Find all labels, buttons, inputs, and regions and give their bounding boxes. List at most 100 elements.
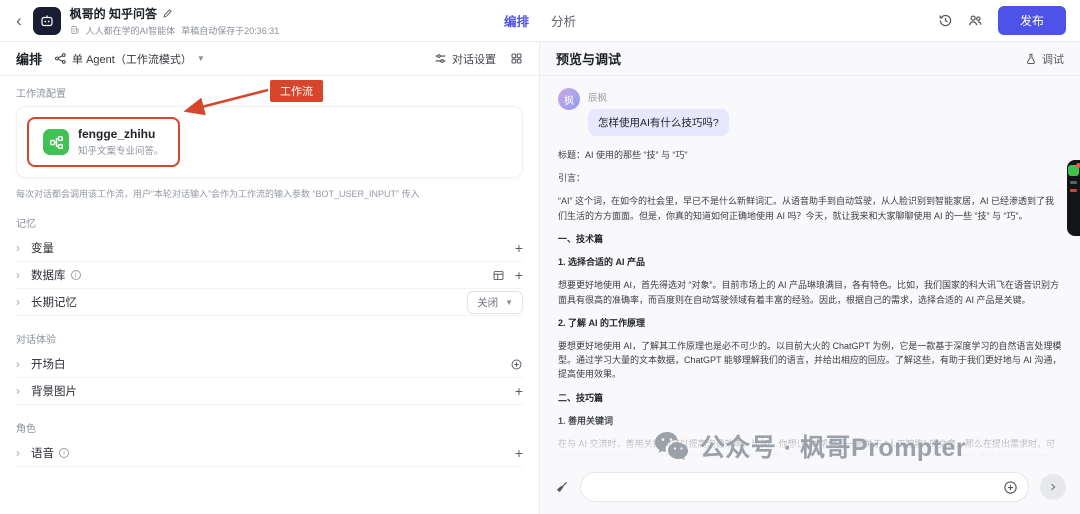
message-input[interactable] xyxy=(595,481,995,493)
publish-button[interactable]: 发布 xyxy=(998,6,1066,35)
chevron-right-icon: › xyxy=(16,269,26,281)
add-icon[interactable]: + xyxy=(515,384,523,398)
chat-settings-label: 对话设置 xyxy=(452,51,496,67)
config-row-数据库[interactable]: › 数据库 i + xyxy=(16,262,523,289)
chat-input[interactable] xyxy=(580,472,1029,502)
table-icon[interactable] xyxy=(492,269,505,282)
robot-icon xyxy=(39,13,55,29)
attach-plus-icon[interactable] xyxy=(1003,480,1018,495)
edge-floating-widget[interactable] xyxy=(1067,160,1080,236)
row-label: 开场白 xyxy=(31,356,66,372)
config-row-开场白[interactable]: › 开场白 xyxy=(16,351,523,378)
row-select[interactable]: 关闭 ▼ xyxy=(467,291,523,314)
ai-message-block: 二、技巧篇 xyxy=(558,391,1062,405)
org-name: 人人都在学的AI智能体 xyxy=(86,24,176,37)
info-icon: i xyxy=(59,448,69,458)
debug-flask-icon xyxy=(1025,53,1037,65)
config-section: 记忆›变量+›数据库i+›长期记忆关闭▼ xyxy=(16,218,523,316)
ai-message-block: 1. 选择合适的 AI 产品 xyxy=(558,255,1062,269)
config-row-变量[interactable]: ›变量+ xyxy=(16,235,523,262)
chevron-right-icon: › xyxy=(16,242,26,254)
config-section: 对话体验 › 开场白 › 背景图片 + xyxy=(16,334,523,405)
header-tabs: 编排 分析 xyxy=(504,11,576,30)
row-label: 数据库 xyxy=(31,267,66,283)
collaboration-icon[interactable] xyxy=(968,13,983,28)
select-value: 关闭 xyxy=(477,295,498,310)
agent-mode-icon xyxy=(54,52,67,65)
row-label: 语音 xyxy=(31,445,54,461)
autosave-status: 草稿自动保存于20:36:31 xyxy=(181,24,279,37)
chat-area: 枫 辰枫 怎样使用AI有什么技巧吗? 标题：AI 使用的那些 “技” 与 “巧”… xyxy=(540,76,1080,468)
chevron-right-icon: › xyxy=(16,296,26,308)
chat-settings-button[interactable]: 对话设置 xyxy=(434,51,496,67)
edge-widget-green-icon xyxy=(1068,165,1079,176)
ai-message-block: “AI” 这个词，在如今的社会里，早已不是什么新鲜词汇。从语音助手到自动驾驶，从… xyxy=(558,194,1062,222)
config-section: 角色 › 语音 i + xyxy=(16,423,523,467)
edit-icon[interactable] xyxy=(162,8,173,19)
chevron-down-icon: ▼ xyxy=(505,298,513,307)
ai-message-block: 一、技术篇 xyxy=(558,232,1062,246)
workflow-container: fengge_zhihu 知乎文案专业问答。 xyxy=(16,106,523,178)
ai-message-block: 在与 AI 交流时，善用关键词可以提高沟通效率。比如，你想让 AI 帮你写一篇关… xyxy=(558,437,1062,465)
ai-message-block: 引言： xyxy=(558,171,1062,185)
info-icon: i xyxy=(71,270,81,280)
org-icon xyxy=(70,25,80,35)
config-row-长期记忆[interactable]: › 长期记忆 关闭 ▼ xyxy=(16,289,523,316)
debug-button[interactable]: 调试 xyxy=(1025,51,1064,67)
add-icon[interactable]: + xyxy=(515,446,523,460)
edge-widget-bar-red xyxy=(1070,189,1077,192)
orchestration-panel: 编排 单 Agent（工作流模式） ▼ 对话设置 xyxy=(0,42,540,514)
user-avatar: 枫 xyxy=(558,88,580,110)
annotation-workflow-label: 工作流 xyxy=(270,80,323,102)
config-row-背景图片[interactable]: › 背景图片 + xyxy=(16,378,523,405)
generate-icon[interactable] xyxy=(510,358,523,371)
send-button[interactable] xyxy=(1040,474,1066,500)
app-window: ‹ 枫哥的 知乎问答 人人都在学的AI智能体 草稿自动保存于20:36:31 xyxy=(0,0,1080,514)
add-icon[interactable]: + xyxy=(515,268,523,282)
agent-mode-selector[interactable]: 单 Agent（工作流模式） ▼ xyxy=(54,51,205,67)
add-icon[interactable]: + xyxy=(515,241,523,255)
row-label: 背景图片 xyxy=(31,383,77,399)
grid-icon[interactable] xyxy=(510,52,523,65)
ai-message: 标题：AI 使用的那些 “技” 与 “巧” 引言： “AI” 这个词，在如今的社会里… xyxy=(558,148,1062,468)
preview-panel: 预览与调试 调试 枫 辰枫 怎样使用AI有什么技巧吗? 标题：AI 使用的那些 xyxy=(540,42,1080,514)
orchestration-body: 工作流配置 fengge_zhihu 知乎文案专业问答。 工作流 xyxy=(0,76,539,514)
chat-input-bar xyxy=(540,468,1080,514)
ai-message-block: 要想更好地使用 AI，了解其工作原理也是必不可少的。以目前大火的 ChatGPT… xyxy=(558,339,1062,382)
notification-dot xyxy=(1076,163,1080,168)
workflow-card[interactable]: fengge_zhihu 知乎文案专业问答。 xyxy=(27,117,180,167)
section-title: 记忆 xyxy=(16,218,523,232)
history-icon[interactable] xyxy=(938,13,953,28)
section-title: 角色 xyxy=(16,423,523,437)
user-message: 枫 辰枫 怎样使用AI有什么技巧吗? xyxy=(558,88,1062,136)
clear-chat-icon[interactable] xyxy=(554,480,569,495)
ai-message-block: 想要更好地使用 AI，首先得选对 “对象”。目前市场上的 AI 产品琳琅满目，各… xyxy=(558,278,1062,306)
bot-title: 枫哥的 知乎问答 xyxy=(70,5,157,22)
section-title: 对话体验 xyxy=(16,334,523,348)
tab-分析[interactable]: 分析 xyxy=(551,11,576,30)
user-name: 辰枫 xyxy=(588,90,729,104)
user-bubble: 怎样使用AI有什么技巧吗? xyxy=(588,109,729,136)
top-bar: ‹ 枫哥的 知乎问答 人人都在学的AI智能体 草稿自动保存于20:36:31 xyxy=(0,0,1080,42)
workflow-name: fengge_zhihu xyxy=(78,127,164,141)
chevron-right-icon: › xyxy=(16,358,26,370)
workflow-desc: 知乎文案专业问答。 xyxy=(78,143,164,157)
orchestrate-title: 编排 xyxy=(16,49,42,68)
workflow-icon xyxy=(43,129,69,155)
ai-message-block: 2. 了解 AI 的工作原理 xyxy=(558,316,1062,330)
row-label: 长期记忆 xyxy=(31,294,77,310)
bot-avatar xyxy=(33,7,61,35)
edge-widget-bar xyxy=(1070,181,1077,184)
left-sections: 记忆›变量+›数据库i+›长期记忆关闭▼对话体验›开场白›背景图片+角色›语音i… xyxy=(16,218,523,467)
back-button[interactable]: ‹ xyxy=(14,12,24,29)
preview-title: 预览与调试 xyxy=(556,49,621,68)
tab-编排[interactable]: 编排 xyxy=(504,11,529,30)
chevron-right-icon: › xyxy=(16,447,26,459)
config-row-语音[interactable]: › 语音 i + xyxy=(16,440,523,467)
chevron-right-icon: › xyxy=(16,385,26,397)
ai-message-block: 标题：AI 使用的那些 “技” 与 “巧” xyxy=(558,148,1062,162)
agent-mode-label: 单 Agent（工作流模式） xyxy=(72,51,192,67)
chevron-down-icon: ▼ xyxy=(197,54,205,63)
settings-sliders-icon xyxy=(434,52,447,65)
workflow-note: 每次对话都会调用该工作流，用户“本轮对话输入”会作为工作流的输入参数 “BOT_… xyxy=(16,187,523,200)
